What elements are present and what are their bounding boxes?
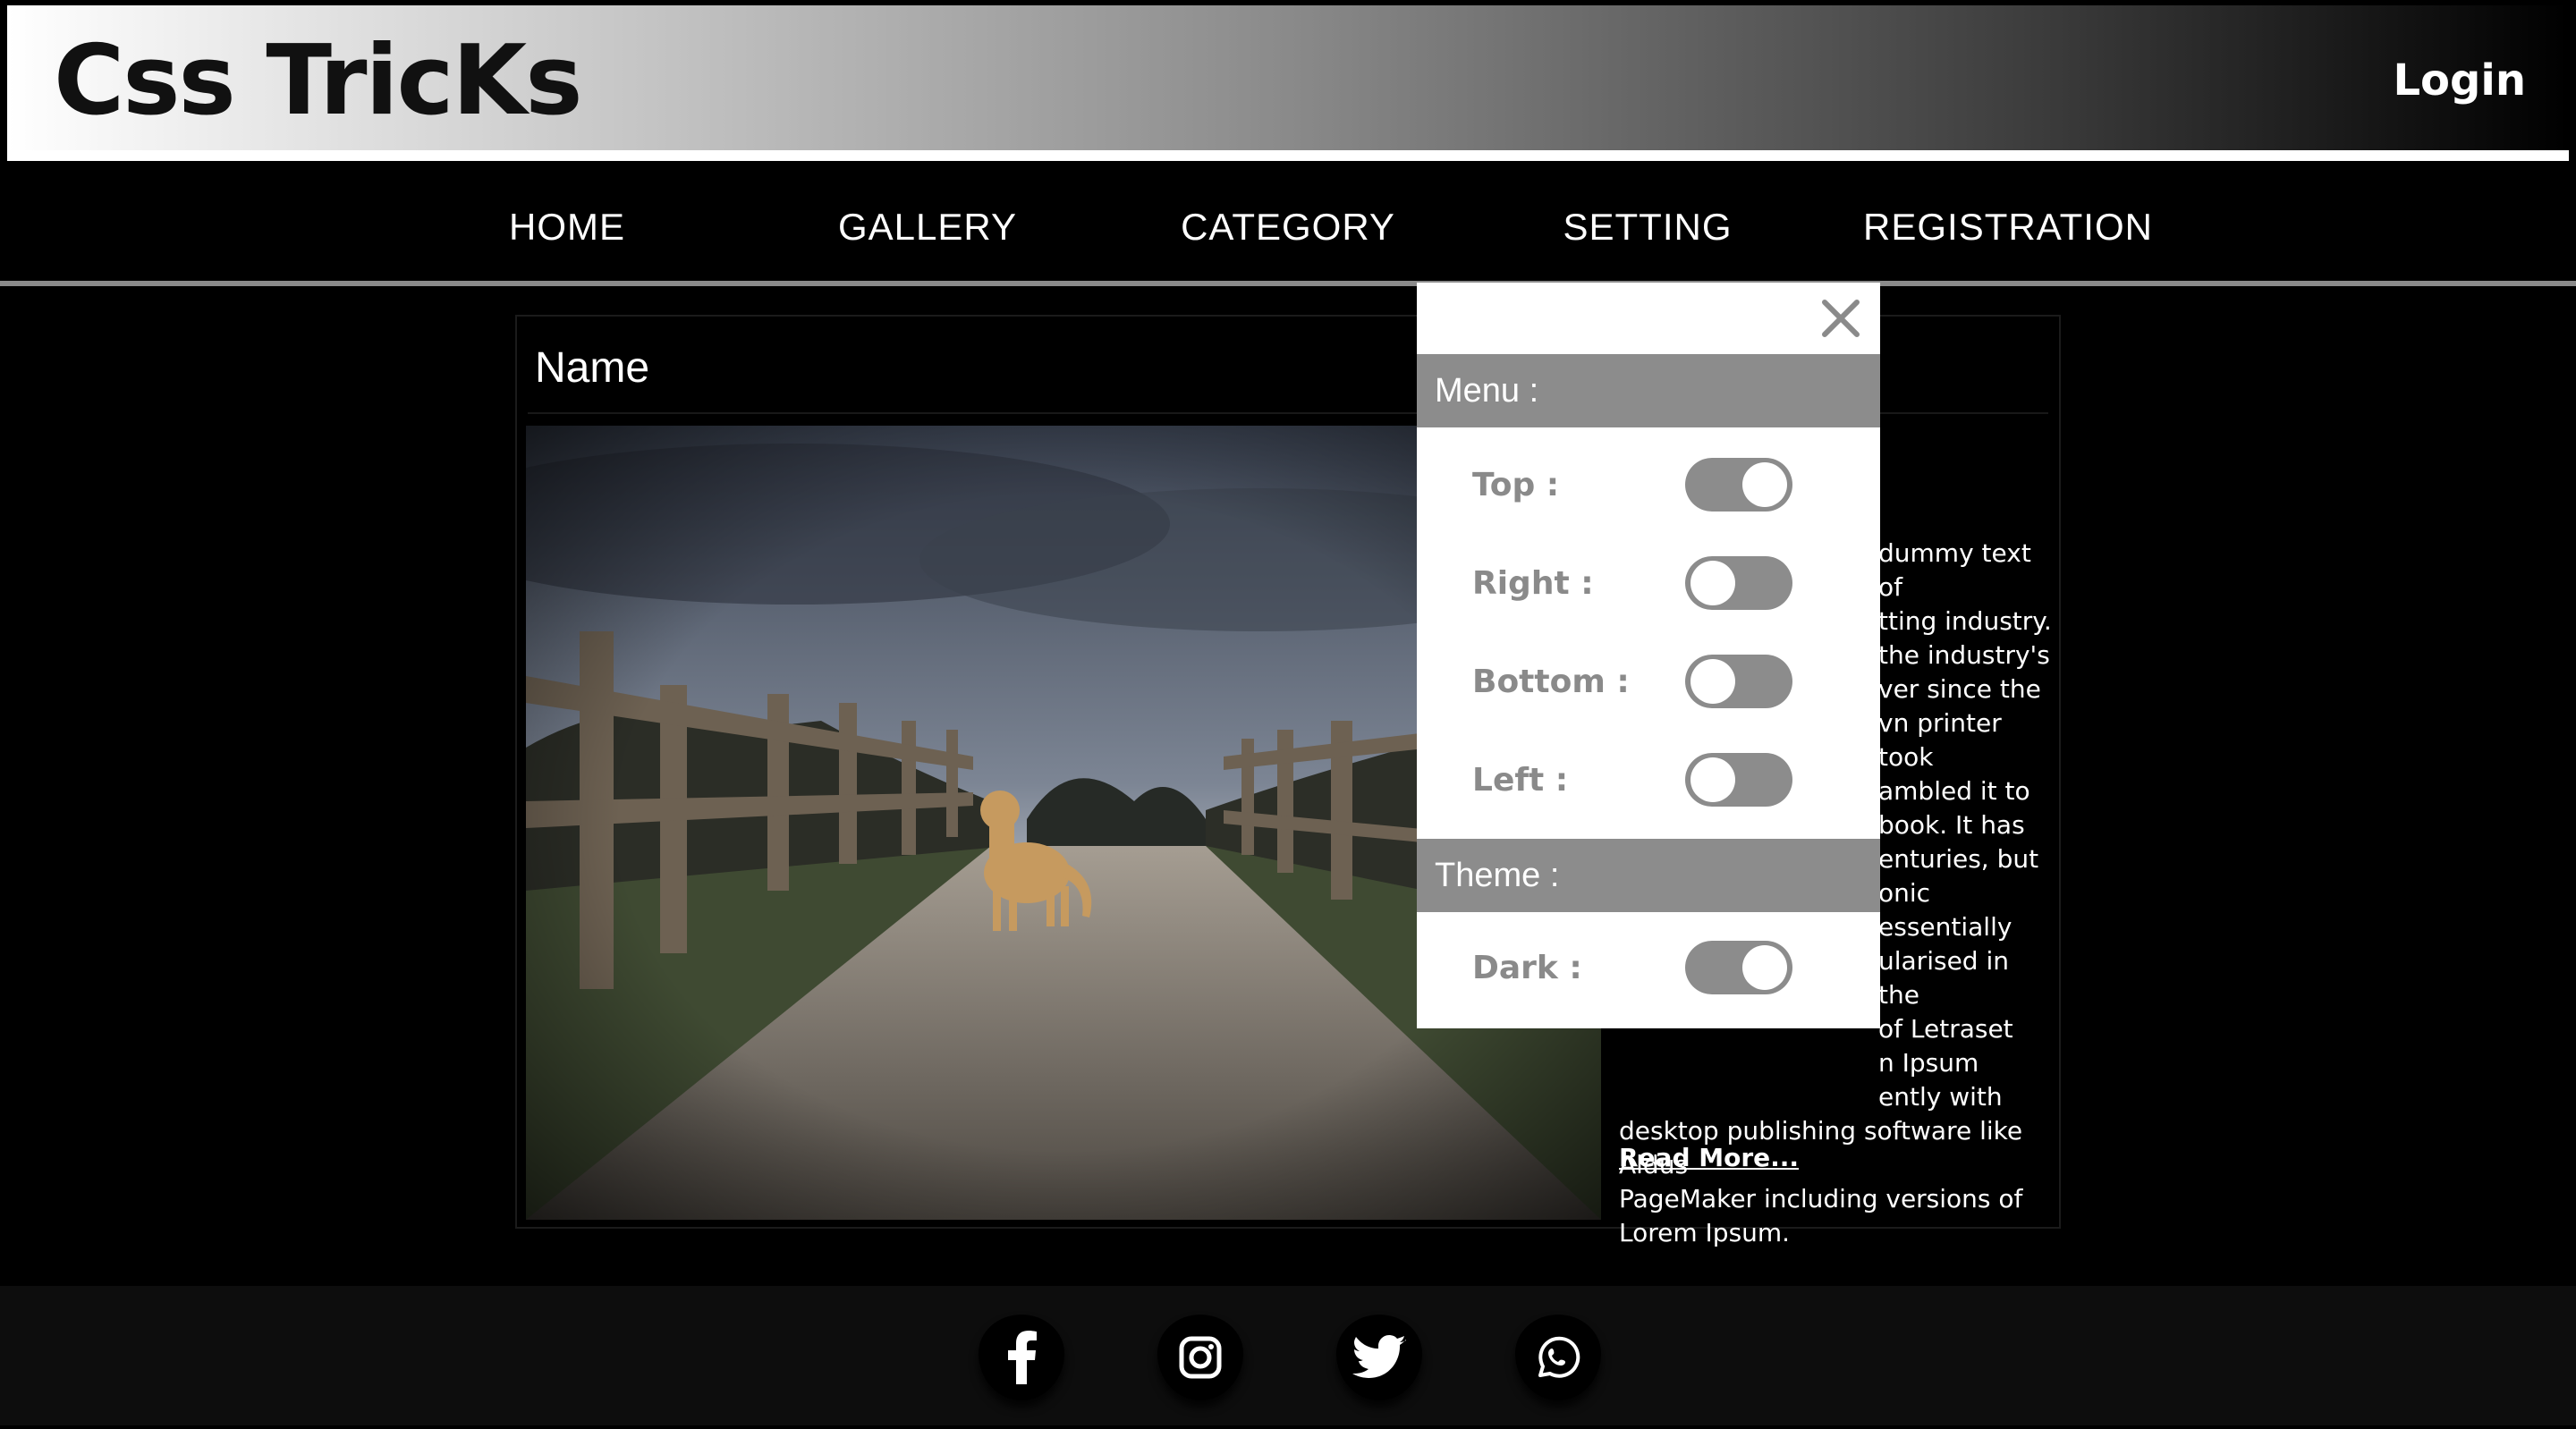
top-toggle[interactable]: [1685, 458, 1792, 512]
toggle-knob: [1690, 757, 1735, 802]
toggle-knob: [1690, 659, 1735, 704]
description-line: ently with: [1878, 1082, 2003, 1112]
toggle-knob: [1742, 462, 1787, 507]
main-nav: HOME GALLERY CATEGORY SETTING REGISTRATI…: [0, 166, 2576, 286]
menu-heading: Menu :: [1435, 372, 1539, 410]
site-logo[interactable]: Css TricKs: [54, 25, 583, 137]
nav-gallery[interactable]: GALLERY: [838, 206, 1017, 249]
nav-registration[interactable]: REGISTRATION: [1863, 206, 2153, 249]
facebook-icon[interactable]: [979, 1315, 1064, 1400]
card-title: Name: [535, 344, 650, 392]
site-footer: [0, 1286, 2576, 1425]
site-header: Css TricKs Login: [7, 5, 2569, 161]
description-line: Lorem Ipsum.: [1619, 1218, 1791, 1247]
instagram-icon[interactable]: [1157, 1315, 1243, 1400]
description-line: n Ipsum: [1878, 1048, 1979, 1078]
nav-setting[interactable]: SETTING: [1563, 206, 1732, 249]
nav-category[interactable]: CATEGORY: [1181, 206, 1395, 249]
description-line: PageMaker including versions of: [1619, 1184, 2023, 1213]
dark-toggle[interactable]: [1685, 941, 1792, 994]
toggle-knob: [1742, 945, 1787, 990]
login-link[interactable]: Login: [2393, 55, 2526, 106]
theme-section-header: Theme :: [1417, 839, 1880, 912]
read-more-link[interactable]: Read More...: [1619, 1143, 1799, 1172]
whatsapp-icon[interactable]: [1515, 1315, 1601, 1400]
right-toggle[interactable]: [1685, 556, 1792, 610]
menu-section-header: Menu :: [1417, 354, 1880, 427]
left-label: Left :: [1472, 762, 1569, 799]
toggle-knob: [1690, 561, 1735, 605]
close-icon[interactable]: [1818, 295, 1864, 342]
nav-home[interactable]: HOME: [509, 206, 625, 249]
theme-heading: Theme :: [1435, 857, 1560, 894]
left-toggle[interactable]: [1685, 753, 1792, 807]
bottom-toggle[interactable]: [1685, 655, 1792, 708]
settings-panel: Menu : Top : Right : Bottom : Left : The…: [1417, 283, 1880, 1028]
top-label: Top :: [1472, 467, 1560, 503]
twitter-icon[interactable]: [1336, 1315, 1422, 1400]
right-label: Right :: [1472, 565, 1594, 602]
bottom-label: Bottom :: [1472, 664, 1630, 700]
dark-label: Dark :: [1472, 950, 1582, 986]
